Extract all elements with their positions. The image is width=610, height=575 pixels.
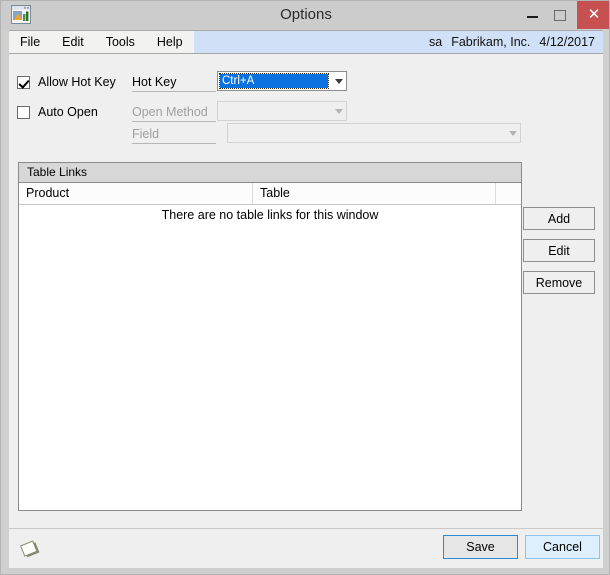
allow-hot-key-label: Allow Hot Key [38, 75, 116, 89]
maximize-button[interactable] [545, 1, 577, 29]
menu-item-file[interactable]: File [9, 31, 51, 53]
hot-key-label: Hot Key [132, 75, 216, 92]
field-dropdown[interactable] [227, 123, 521, 143]
checkbox-unchecked-icon [17, 105, 30, 119]
menu-bar: File Edit Tools Help sa Fabrikam, Inc. 4… [9, 30, 603, 54]
table-links-title: Table Links [19, 163, 521, 183]
close-button[interactable]: ✕ [577, 1, 609, 29]
maximize-icon [554, 10, 566, 21]
table-links-column-headers: Product Table [19, 183, 521, 205]
close-icon: ✕ [587, 6, 601, 23]
table-links-group: Table Links Product Table There are no t… [18, 162, 522, 511]
status-user: sa [429, 35, 443, 49]
menu-items: File Edit Tools Help [9, 31, 194, 53]
minimize-icon [527, 16, 538, 18]
checkbox-checked-icon [17, 75, 30, 89]
hot-key-value: Ctrl+A [219, 73, 329, 89]
title-bar: Options ✕ [1, 1, 609, 29]
edit-button[interactable]: Edit [523, 239, 595, 262]
options-window: Options ✕ File Edit Tools Help sa Fabrik… [0, 0, 610, 575]
open-method-dropdown[interactable] [217, 101, 347, 121]
chevron-down-icon [335, 109, 343, 114]
empty-state-message: There are no table links for this window [161, 208, 379, 222]
menu-item-help[interactable]: Help [146, 31, 194, 53]
add-button[interactable]: Add [523, 207, 595, 230]
column-header-table: Table [253, 183, 496, 204]
column-header-blank [496, 183, 521, 204]
status-company: Fabrikam, Inc. [451, 35, 531, 49]
auto-open-label: Auto Open [38, 105, 98, 119]
remove-button[interactable]: Remove [523, 271, 595, 294]
field-label: Field [132, 127, 216, 144]
footer-separator [9, 528, 603, 529]
menu-item-tools[interactable]: Tools [95, 31, 146, 53]
chevron-down-icon [335, 79, 343, 84]
menu-item-edit[interactable]: Edit [51, 31, 95, 53]
status-info: sa Fabrikam, Inc. 4/12/2017 [420, 31, 595, 53]
note-icon[interactable] [19, 538, 45, 562]
open-method-label: Open Method [132, 105, 216, 122]
hot-key-dropdown[interactable]: Ctrl+A [217, 71, 347, 91]
client-area: Allow Hot Key Auto Open Hot Key Ctrl+A O… [9, 54, 603, 568]
status-date: 4/12/2017 [539, 35, 595, 49]
allow-hot-key-checkbox[interactable]: Allow Hot Key [17, 75, 116, 89]
column-header-product: Product [19, 183, 253, 204]
table-links-list[interactable]: There are no table links for this window [19, 205, 521, 508]
cancel-button[interactable]: Cancel [525, 535, 600, 559]
chevron-down-icon [509, 131, 517, 136]
auto-open-checkbox[interactable]: Auto Open [17, 105, 98, 119]
save-button[interactable]: Save [443, 535, 518, 559]
